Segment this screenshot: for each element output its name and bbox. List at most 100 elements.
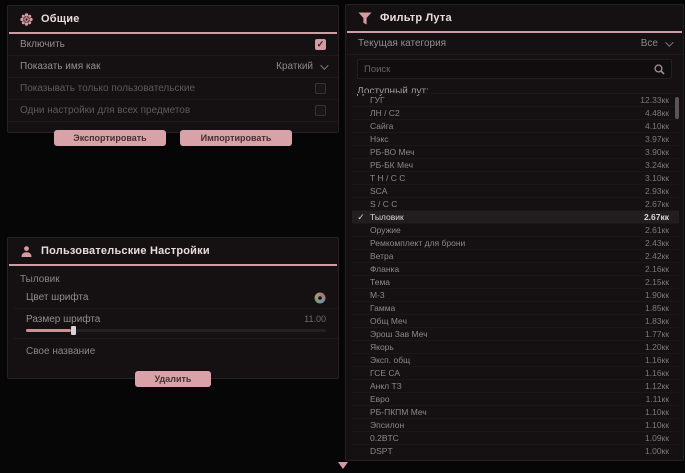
loot-list-item[interactable]: ✓Оружие2.61кк xyxy=(352,224,679,237)
funnel-icon xyxy=(358,12,372,25)
font-size-slider[interactable] xyxy=(14,329,338,339)
slider-thumb[interactable] xyxy=(71,326,76,335)
name-mode-select[interactable]: Краткий xyxy=(276,61,326,72)
loot-list-item[interactable]: ✓РБ-ПКПМ Меч1.10кк xyxy=(352,406,679,419)
general-panel-title: Общие xyxy=(41,13,80,25)
custom-panel-header: Пользовательские Настройки xyxy=(8,238,338,264)
custom-name-input[interactable] xyxy=(26,346,326,357)
import-button[interactable]: Импортировать xyxy=(180,130,292,146)
loot-list-item[interactable]: ✓ГСЕ СА1.16кк xyxy=(352,367,679,380)
only-custom-checkbox[interactable] xyxy=(315,83,326,94)
loot-list-item[interactable]: ✓Ветра2.42кк xyxy=(352,250,679,263)
loot-item-value: 1.85кк xyxy=(645,303,679,313)
custom-panel-title: Пользовательские Настройки xyxy=(41,245,210,257)
loot-item-name: ЛН / С2 xyxy=(370,108,645,118)
search-input[interactable] xyxy=(364,64,654,75)
loot-list-item[interactable]: ✓РБ-ВО Меч3.90кк xyxy=(352,146,679,159)
search-icon[interactable] xyxy=(654,64,665,75)
color-wheel-icon[interactable] xyxy=(314,292,326,304)
name-mode-label: Показать имя как xyxy=(20,61,100,72)
filter-panel-header: Фильтр Лута xyxy=(346,5,683,31)
setting-row-same-settings: Одни настройки для всех предметов xyxy=(8,100,338,122)
only-custom-label: Показывать только пользовательские xyxy=(20,83,195,94)
loot-list-item[interactable]: ✓ГУГ12.33кк xyxy=(352,94,679,107)
selected-group-label: Тыловик xyxy=(8,266,338,287)
loot-list-item[interactable]: ✓РБ-БК Меч3.24кк xyxy=(352,159,679,172)
chevron-down-icon xyxy=(320,61,328,69)
checkmark-icon: ✓ xyxy=(352,251,370,262)
loot-list-item[interactable]: ✓Тема2.15кк xyxy=(352,276,679,289)
enable-label: Включить xyxy=(20,39,65,50)
loot-list-item[interactable]: ✓Евро1.11кк xyxy=(352,393,679,406)
font-color-label: Цвет шрифта xyxy=(26,292,88,303)
loot-item-name: Общ Меч xyxy=(370,316,645,326)
delete-button[interactable]: Удалить xyxy=(135,371,211,387)
loot-list-item[interactable]: ✓Эрош Зав Меч1.77кк xyxy=(352,328,679,341)
loot-item-value: 1.09кк xyxy=(645,433,679,443)
same-settings-checkbox[interactable] xyxy=(315,105,326,116)
loot-item-name: Фланка xyxy=(370,264,645,274)
loot-list-item[interactable]: ✓Анкл ТЗ1.12кк xyxy=(352,380,679,393)
search-field[interactable] xyxy=(357,59,672,79)
enable-checkbox[interactable]: ✓ xyxy=(315,39,326,50)
loot-list-item[interactable]: ✓0.2BTC1.09кк xyxy=(352,432,679,445)
checkmark-icon: ✓ xyxy=(352,420,370,431)
checkmark-icon: ✓ xyxy=(352,316,370,327)
loot-list-item[interactable]: ✓Эпсилон1.10кк xyxy=(352,419,679,432)
loot-item-value: 1.16кк xyxy=(645,355,679,365)
loot-item-value: 2.16кк xyxy=(645,264,679,274)
loot-filter-panel: Фильтр Лута Текущая категория Все Доступ… xyxy=(345,4,684,461)
slider-track[interactable] xyxy=(26,329,326,332)
checkmark-icon: ✓ xyxy=(352,355,370,366)
checkmark-icon: ✓ xyxy=(352,212,370,223)
checkmark-icon: ✓ xyxy=(352,95,370,106)
checkmark-icon: ✓ xyxy=(352,160,370,171)
loot-item-value: 3.97кк xyxy=(645,134,679,144)
loot-list-item[interactable]: ✓DSPT1.00кк xyxy=(352,445,679,456)
checkmark-icon: ✓ xyxy=(352,303,370,314)
font-size-row: Размер шрифта 11.00 xyxy=(14,309,338,329)
checkmark-icon: ✓ xyxy=(352,381,370,392)
loot-item-name: 0.2BTC xyxy=(370,433,645,443)
loot-list-item[interactable]: ✓SCA2.93кк xyxy=(352,185,679,198)
loot-list-item[interactable]: ✓Якорь1.20кк xyxy=(352,341,679,354)
loot-list-item[interactable]: ✓Нэкс3.97кк xyxy=(352,133,679,146)
category-select[interactable]: Все xyxy=(641,38,671,49)
checkmark-icon: ✓ xyxy=(352,446,370,457)
loot-list-item[interactable]: ✓Общ Меч1.83кк xyxy=(352,315,679,328)
loot-item-name: Эксп. общ xyxy=(370,355,645,365)
collapse-arrow-icon[interactable] xyxy=(338,462,348,469)
loot-item-name: Сайга xyxy=(370,121,645,131)
loot-list-item[interactable]: ✓Фланка2.16кк xyxy=(352,263,679,276)
checkmark-icon: ✓ xyxy=(352,238,370,249)
loot-list-item[interactable]: ✓Тыловик2.67кк xyxy=(352,211,679,224)
checkmark-icon: ✓ xyxy=(352,394,370,405)
loot-list-item[interactable]: ✓М-31.90кк xyxy=(352,289,679,302)
checkmark-icon: ✓ xyxy=(352,173,370,184)
loot-list-item[interactable]: ✓Ремкомплект для брони2.43кк xyxy=(352,237,679,250)
loot-list-item[interactable]: ✓Эксп. общ1.16кк xyxy=(352,354,679,367)
loot-item-value: 1.20кк xyxy=(645,342,679,352)
slider-fill xyxy=(26,329,71,332)
loot-list-item[interactable]: ✓ЛН / С24.48кк xyxy=(352,107,679,120)
checkmark-icon: ✓ xyxy=(352,186,370,197)
export-button[interactable]: Экспортировать xyxy=(54,130,166,146)
checkmark-icon: ✓ xyxy=(352,121,370,132)
custom-settings-panel: Пользовательские Настройки Тыловик Цвет … xyxy=(7,237,339,379)
scrollbar-thumb[interactable] xyxy=(675,97,679,119)
category-label: Текущая категория xyxy=(358,38,446,49)
checkmark-icon: ✓ xyxy=(352,407,370,418)
loot-item-value: 2.67кк xyxy=(645,199,679,209)
checkmark-icon: ✓ xyxy=(352,264,370,275)
gear-icon xyxy=(20,13,33,26)
loot-list-item[interactable]: ✓Гамма1.85кк xyxy=(352,302,679,315)
loot-item-value: 1.90кк xyxy=(645,290,679,300)
loot-item-name: ГУГ xyxy=(370,95,640,105)
loot-list-item[interactable]: ✓Т Н / С С3.10кк xyxy=(352,172,679,185)
category-row: Текущая категория Все xyxy=(346,33,683,55)
loot-list-item[interactable]: ✓S / С С2.67кк xyxy=(352,198,679,211)
loot-item-name: Эпсилон xyxy=(370,420,645,430)
loot-item-name: Нэкс xyxy=(370,134,645,144)
loot-item-name: Эрош Зав Меч xyxy=(370,329,645,339)
loot-list-item[interactable]: ✓Сайга4.10кк xyxy=(352,120,679,133)
